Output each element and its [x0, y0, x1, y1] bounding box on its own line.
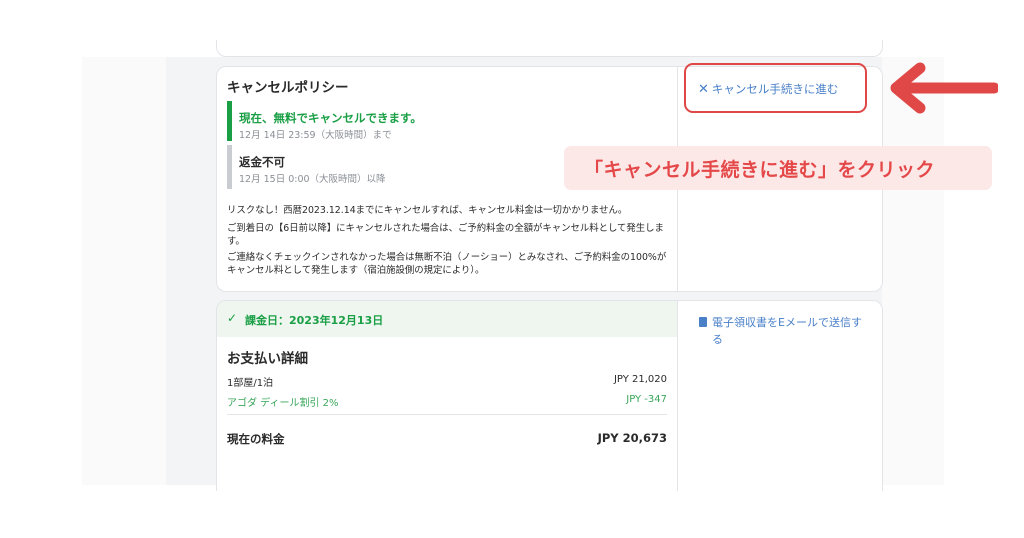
- price-row-discount: アゴダ ディール割引 2% JPY -347: [227, 394, 667, 409]
- policy-paragraph: リスクなし！西暦2023.12.14までにキャンセルすれば、キャンセル料金は一切…: [227, 205, 628, 216]
- email-receipt-link[interactable]: 電子領収書をEメールで送信する: [712, 314, 862, 348]
- price-label: 1部屋/1泊: [227, 378, 274, 389]
- close-icon: ✕: [698, 82, 709, 97]
- price-label: アゴダ ディール割引 2%: [227, 398, 339, 409]
- nonrefundable-title: 返金不可: [239, 155, 285, 169]
- page-right-margin: [882, 57, 944, 485]
- price-row-room: 1部屋/1泊 JPY 21,020: [227, 374, 667, 389]
- charge-date: 課金日：2023年12月13日: [245, 314, 384, 327]
- policy-title: キャンセルポリシー: [227, 80, 349, 96]
- payment-details-title: お支払い詳細: [227, 351, 308, 367]
- card-divider: [677, 301, 678, 491]
- cancel-link-label: キャンセル手続きに進む: [711, 82, 839, 96]
- document-icon: [699, 317, 707, 327]
- total-amount: JPY 20,673: [597, 431, 667, 445]
- previous-card-bottom: [216, 40, 883, 57]
- policy-paragraph: ご連絡なくチェックインされなかった場合は無断不泊（ノーショー）とみなされ、ご予約…: [227, 252, 667, 276]
- price-divider: [227, 414, 667, 415]
- page-left-margin: [82, 57, 166, 485]
- free-cancel-deadline: 12月 14日 23:59（大阪時間）まで: [239, 130, 392, 141]
- total-label: 現在の料金: [227, 432, 285, 446]
- instruction-callout-text: 「キャンセル手続きに進む」をクリック: [584, 159, 936, 181]
- price-amount: JPY -347: [626, 394, 667, 405]
- policy-paragraph: ご到着日の【6日前以降】にキャンセルされた場合は、ご予約料金の全額がキャンセル料…: [227, 223, 664, 247]
- price-amount: JPY 21,020: [613, 374, 667, 385]
- cancel-procedure-link[interactable]: ✕ キャンセル手続きに進む: [698, 81, 838, 97]
- free-cancel-timeline-bar: [227, 101, 232, 141]
- price-row-total: 現在の料金 JPY 20,673: [227, 431, 667, 447]
- check-icon: ✓: [227, 311, 238, 325]
- nonrefundable-start: 12月 15日 0:00（大阪時間）以降: [239, 174, 386, 185]
- nonrefundable-timeline-bar: [227, 145, 232, 189]
- free-cancel-title: 現在、無料でキャンセルできます。: [239, 111, 422, 125]
- left-arrow-icon: [890, 62, 998, 114]
- payment-card: ✓ 課金日：2023年12月13日 お支払い詳細 1部屋/1泊 JPY 21,0…: [216, 300, 883, 491]
